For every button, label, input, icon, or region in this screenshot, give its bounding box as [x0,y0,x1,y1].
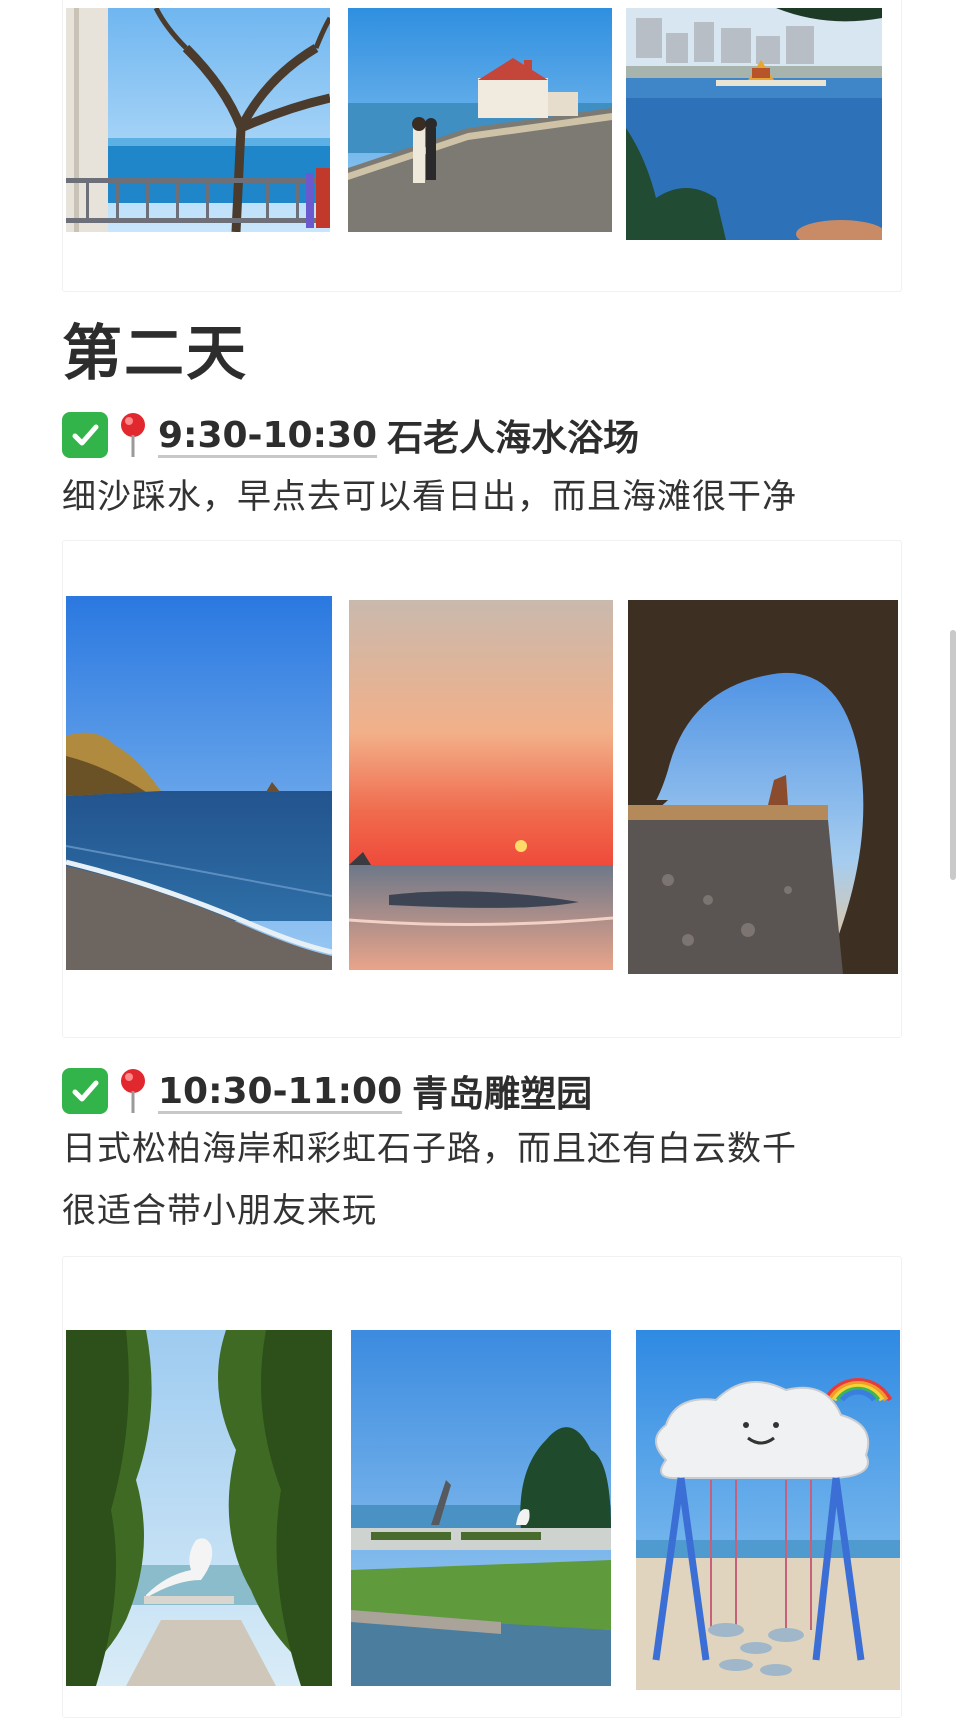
item-1-description: 细沙踩水，早点去可以看日出，而且海滩很干净 [62,477,797,517]
scrollbar-thumb[interactable] [950,630,956,880]
item-1-place: 石老人海水浴场 [387,418,640,459]
itinerary-item-2-header: 10:30-11:00 青岛雕塑园 [62,1066,592,1116]
item-2-description-line-1: 日式松柏海岸和彩虹石子路，而且还有白云数千 [62,1129,797,1169]
photo-sunrise-sea[interactable] [349,600,613,970]
pushpin-icon [116,1067,150,1115]
photo-cloud-swing-sculpture[interactable] [636,1330,900,1690]
check-mark-icon [62,1068,108,1114]
photo-sculpture-garden-lawn[interactable] [351,1330,611,1686]
item-2-place: 青岛雕塑园 [412,1074,593,1115]
photo-bay-pavilion-city[interactable] [626,8,882,240]
day-title: 第二天 [62,319,248,389]
check-mark-icon [62,412,108,458]
page: 第二天 9:30-10:30 石老人海水浴场 细沙踩水，早点去可以看日出，而且海… [0,0,962,1718]
photo-seaside-road-building[interactable] [348,8,612,232]
photo-sea-cave-arch[interactable] [628,600,898,974]
photo-tree-seaside-railing[interactable] [66,8,330,232]
item-1-time: 9:30-10:30 [158,414,378,456]
item-2-time: 10:30-11:00 [158,1070,403,1112]
itinerary-item-1-header: 9:30-10:30 石老人海水浴场 [62,410,639,460]
photo-sculpture-between-pines[interactable] [66,1330,332,1686]
photo-beach-coast[interactable] [66,596,332,970]
item-2-description: 日式松柏海岸和彩虹石子路，而且还有白云数千 很适合带小朋友来玩 [62,1118,922,1242]
pushpin-icon [116,411,150,459]
item-2-description-line-2: 很适合带小朋友来玩 [62,1191,377,1231]
